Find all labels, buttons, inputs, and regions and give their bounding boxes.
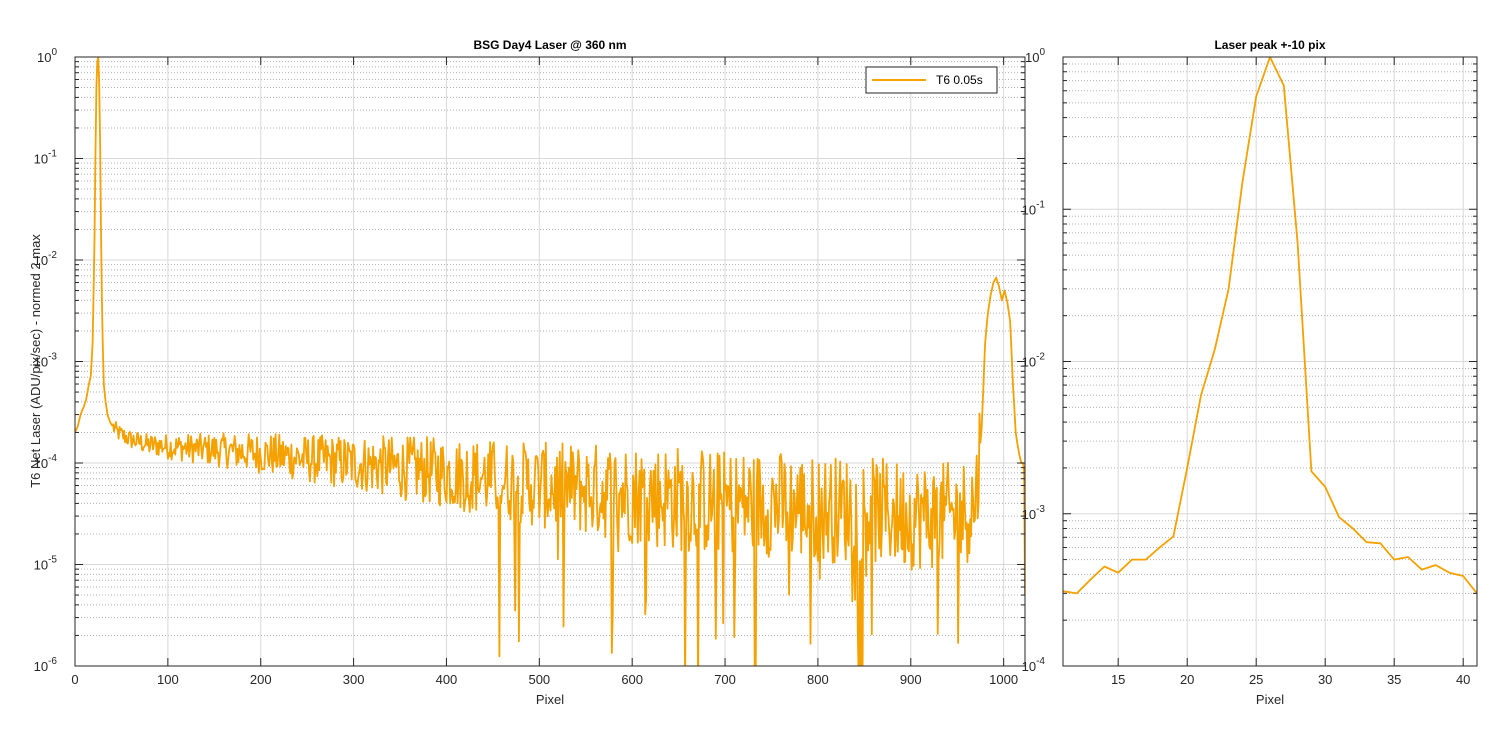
- chart-title: BSG Day4 Laser @ 360 nm: [473, 38, 626, 52]
- x-tick-label: 35: [1387, 672, 1401, 687]
- x-tick-label: 1000: [989, 672, 1018, 687]
- x-tick-labels: 0 100 200 300 400 500 600 700 800 900 1000: [71, 672, 1018, 687]
- y-tick-label: 10-2: [1022, 352, 1046, 370]
- x-axis-label: Pixel: [536, 692, 564, 707]
- y-tick-label: 10-3: [1022, 504, 1046, 522]
- legend: T6 0.05s: [865, 66, 998, 94]
- x-tick-labels: 15 20 25 30 35 40: [1111, 672, 1470, 687]
- x-tick-label: 100: [157, 672, 179, 687]
- x-axis-label: Pixel: [1256, 692, 1284, 707]
- x-tick-label: 600: [621, 672, 643, 687]
- legend-entry-label: T6 0.05s: [936, 73, 983, 87]
- x-tick-label: 400: [436, 672, 458, 687]
- x-tick-label: 40: [1456, 672, 1470, 687]
- x-tick-label: 25: [1249, 672, 1263, 687]
- y-tick-label: 10-5: [34, 555, 58, 573]
- y-tick-label: 10-1: [1022, 199, 1046, 217]
- x-tick-label: 0: [71, 672, 78, 687]
- y-tick-label: 10-4: [1022, 656, 1046, 674]
- main-spectrum-panel: 0 100 200 300 400 500 600 700 800 900 1000 10-6 10-…: [28, 38, 1026, 707]
- x-tick-label: 500: [528, 672, 550, 687]
- y-tick-label: 100: [1025, 47, 1045, 65]
- figure: 0 100 200 300 400 500 600 700 800 900 1000 10-6 10-…: [28, 38, 1478, 707]
- laser-peak-zoom-panel: 15 20 25 30 35 40 10-4 10-3 10-2 10-1 100 Laser p…: [1022, 38, 1478, 707]
- x-tick-label: 20: [1180, 672, 1194, 687]
- y-tick-label: 100: [37, 47, 57, 65]
- y-tick-label: 10-6: [34, 656, 58, 674]
- x-tick-label: 900: [900, 672, 922, 687]
- x-tick-label: 800: [807, 672, 829, 687]
- y-tick-label: 10-1: [34, 149, 58, 167]
- y-axis-label: T6 Net Laser (ADU/pix/sec) - normed 2 ma…: [28, 234, 43, 488]
- chart-title: Laser peak +-10 pix: [1214, 38, 1325, 52]
- x-tick-label: 15: [1111, 672, 1125, 687]
- x-tick-label: 700: [714, 672, 736, 687]
- x-tick-label: 200: [250, 672, 272, 687]
- x-tick-label: 30: [1318, 672, 1332, 687]
- x-tick-label: 300: [343, 672, 365, 687]
